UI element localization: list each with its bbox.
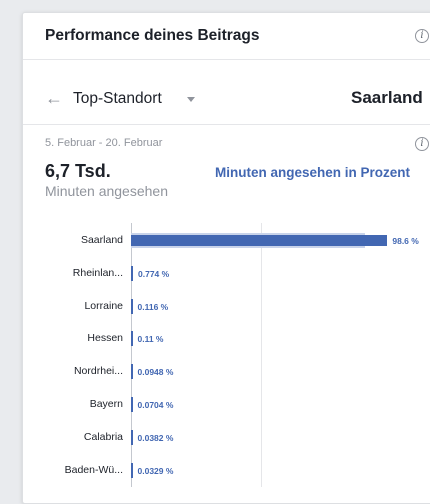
bar-category-label: Bayern [89,398,123,410]
location-dropdown[interactable]: Top-Standort [73,90,162,108]
bar[interactable] [131,265,133,281]
bar-category-label: Hessen [87,332,123,345]
bar-category-label: Nordrhei... [73,365,123,378]
bar[interactable] [131,298,133,314]
bar[interactable] [131,364,133,380]
bar[interactable] [131,397,133,412]
arrow-left-icon[interactable]: ← [45,89,63,107]
date-range: 5. Februar - 20. Februar [45,137,163,149]
bar-value-label: 0.116 % [137,301,169,312]
bar-category-label: Rheinlan... [72,266,123,279]
bar-value-label: 0.0948 % [137,367,174,378]
bar[interactable] [131,331,133,347]
bar-value-label: 0.0382 % [137,432,174,443]
chevron-down-icon[interactable] [187,97,195,102]
metric-link[interactable]: Minuten angesehen in Prozent [215,165,410,180]
bar[interactable] [131,235,388,246]
selected-region: Saarland [351,88,423,107]
card-header: Performance deines Beitrags i [23,13,430,60]
y-axis-line [131,223,132,487]
info-icon[interactable]: i [415,29,429,43]
bar-category-label: Lorraine [84,299,123,312]
filter-row: ← Top-Standort Saarland [23,60,430,125]
grid-line [261,223,262,487]
performance-card: Performance deines Beitrags i ← Top-Stan… [22,12,430,504]
bar-value-label: 0.774 % [138,268,170,279]
bar-value-label: 0.0329 % [137,465,174,476]
bar-category-label: Calabria [83,430,123,443]
bar[interactable] [131,429,133,445]
info-icon[interactable]: i [415,137,429,151]
minutes-viewed-caption: Minuten angesehen [45,183,168,199]
bar[interactable] [131,462,133,478]
bar-category-label: Baden-Wü... [64,463,123,476]
card-title: Performance deines Beitrags [45,27,260,44]
minutes-viewed-value: 6,7 Tsd. [45,161,111,181]
bar-value-label: 0.0704 % [137,400,174,410]
bar-category-label: Saarland [80,234,123,246]
bar-value-label: 98.6 % [392,236,419,246]
bar-value-label: 0.11 % [137,334,164,345]
